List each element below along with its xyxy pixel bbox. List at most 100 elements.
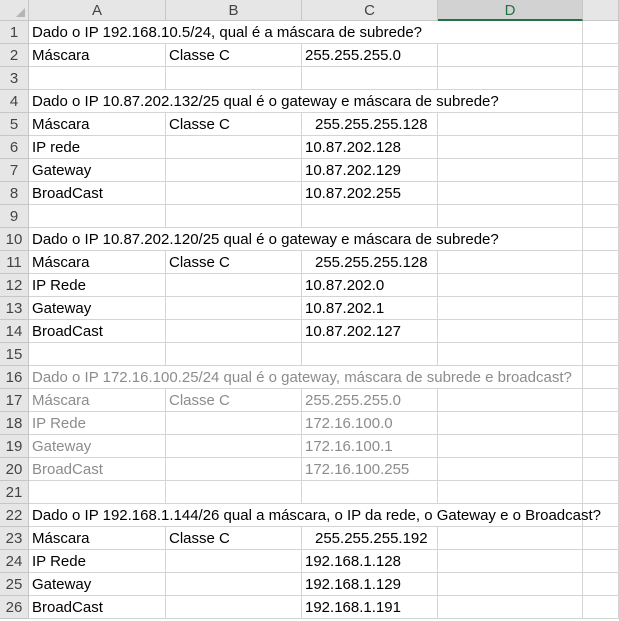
cell-b[interactable]: [166, 481, 302, 504]
row-header[interactable]: 26: [0, 596, 29, 619]
cell-a[interactable]: Gateway: [29, 297, 166, 320]
cell-e[interactable]: [583, 67, 619, 90]
cell-c[interactable]: 10.87.202.0: [302, 274, 438, 297]
cell-b[interactable]: [166, 435, 302, 458]
cell-c[interactable]: 192.168.1.129: [302, 573, 438, 596]
cell-b[interactable]: Classe C: [166, 113, 302, 136]
cell-c[interactable]: [302, 205, 438, 228]
column-header-c[interactable]: C: [302, 0, 438, 21]
row-header[interactable]: 3: [0, 67, 29, 90]
cell-b[interactable]: [166, 274, 302, 297]
cell-a[interactable]: Máscara: [29, 44, 166, 67]
cell-c[interactable]: [302, 481, 438, 504]
row-header[interactable]: 25: [0, 573, 29, 596]
row-header[interactable]: 16: [0, 366, 29, 389]
cell-a[interactable]: IP Rede: [29, 412, 166, 435]
cell-b[interactable]: [166, 550, 302, 573]
cell-b[interactable]: [166, 320, 302, 343]
cell-e[interactable]: [583, 366, 619, 389]
cell-a[interactable]: IP rede: [29, 136, 166, 159]
cell-b[interactable]: [166, 182, 302, 205]
cell-e[interactable]: [583, 251, 619, 274]
cell-a[interactable]: Dado o IP 192.168.1.144/26 qual a máscar…: [29, 504, 601, 527]
cell-b[interactable]: [166, 573, 302, 596]
cell-b[interactable]: [166, 343, 302, 366]
cell-a[interactable]: BroadCast: [29, 182, 166, 205]
cell-e[interactable]: [583, 389, 619, 412]
cell-a[interactable]: Dado o IP 192.168.10.5/24, qual é a másc…: [29, 21, 422, 44]
cell-d[interactable]: [438, 182, 583, 205]
column-header-d[interactable]: D: [438, 0, 583, 21]
row-header[interactable]: 11: [0, 251, 29, 274]
cell-e[interactable]: [583, 205, 619, 228]
row-header[interactable]: 24: [0, 550, 29, 573]
cell-d[interactable]: [438, 297, 583, 320]
cell-c[interactable]: 10.87.202.127: [302, 320, 438, 343]
row-header[interactable]: 19: [0, 435, 29, 458]
cell-a[interactable]: Gateway: [29, 159, 166, 182]
cell-c[interactable]: 192.168.1.191: [302, 596, 438, 619]
cell-e[interactable]: [583, 136, 619, 159]
cell-d[interactable]: [438, 21, 583, 44]
cell-c[interactable]: 255.255.255.192: [302, 527, 438, 550]
cell-e[interactable]: [583, 412, 619, 435]
row-header[interactable]: 14: [0, 320, 29, 343]
cell-d[interactable]: [438, 159, 583, 182]
cell-e[interactable]: [583, 44, 619, 67]
row-header[interactable]: 2: [0, 44, 29, 67]
row-header[interactable]: 6: [0, 136, 29, 159]
row-header[interactable]: 22: [0, 504, 29, 527]
row-header[interactable]: 5: [0, 113, 29, 136]
cell-b[interactable]: Classe C: [166, 251, 302, 274]
cell-b[interactable]: Classe C: [166, 389, 302, 412]
cell-e[interactable]: [583, 527, 619, 550]
cell-b[interactable]: [166, 412, 302, 435]
cell-d[interactable]: [438, 596, 583, 619]
cell-e[interactable]: [583, 159, 619, 182]
cell-c[interactable]: 255.255.255.0: [302, 44, 438, 67]
cell-d[interactable]: [438, 573, 583, 596]
cell-a[interactable]: [29, 481, 166, 504]
cell-c[interactable]: 192.168.1.128: [302, 550, 438, 573]
cell-d[interactable]: [438, 274, 583, 297]
cell-e[interactable]: [583, 320, 619, 343]
row-header[interactable]: 21: [0, 481, 29, 504]
cell-a[interactable]: [29, 343, 166, 366]
cell-a[interactable]: [29, 205, 166, 228]
cell-d[interactable]: [438, 481, 583, 504]
cell-a[interactable]: BroadCast: [29, 596, 166, 619]
cell-c[interactable]: 172.16.100.255: [302, 458, 438, 481]
row-header[interactable]: 23: [0, 527, 29, 550]
cell-d[interactable]: [438, 389, 583, 412]
cell-e[interactable]: [583, 182, 619, 205]
cell-e[interactable]: [583, 481, 619, 504]
cell-a[interactable]: IP Rede: [29, 550, 166, 573]
cell-e[interactable]: [583, 90, 619, 113]
cell-a[interactable]: Dado o IP 10.87.202.120/25 qual é o gate…: [29, 228, 499, 251]
cell-a[interactable]: Máscara: [29, 251, 166, 274]
cell-c[interactable]: 10.87.202.129: [302, 159, 438, 182]
cell-d[interactable]: [438, 527, 583, 550]
cell-d[interactable]: [438, 412, 583, 435]
row-header[interactable]: 12: [0, 274, 29, 297]
cell-e[interactable]: [583, 21, 619, 44]
cell-b[interactable]: [166, 136, 302, 159]
cell-c[interactable]: 172.16.100.1: [302, 435, 438, 458]
cell-b[interactable]: [166, 159, 302, 182]
row-header[interactable]: 1: [0, 21, 29, 44]
cell-d[interactable]: [438, 205, 583, 228]
row-header[interactable]: 15: [0, 343, 29, 366]
cell-a[interactable]: Gateway: [29, 435, 166, 458]
cell-d[interactable]: [438, 458, 583, 481]
cell-a[interactable]: Dado o IP 172.16.100.25/24 qual é o gate…: [29, 366, 572, 389]
column-header-a[interactable]: A: [29, 0, 166, 21]
cell-e[interactable]: [583, 297, 619, 320]
row-header[interactable]: 18: [0, 412, 29, 435]
cell-a[interactable]: Dado o IP 10.87.202.132/25 qual é o gate…: [29, 90, 499, 113]
row-header[interactable]: 4: [0, 90, 29, 113]
cell-d[interactable]: [438, 435, 583, 458]
cell-a[interactable]: Gateway: [29, 573, 166, 596]
cell-e[interactable]: [583, 435, 619, 458]
cell-b[interactable]: [166, 297, 302, 320]
cell-a[interactable]: BroadCast: [29, 458, 166, 481]
